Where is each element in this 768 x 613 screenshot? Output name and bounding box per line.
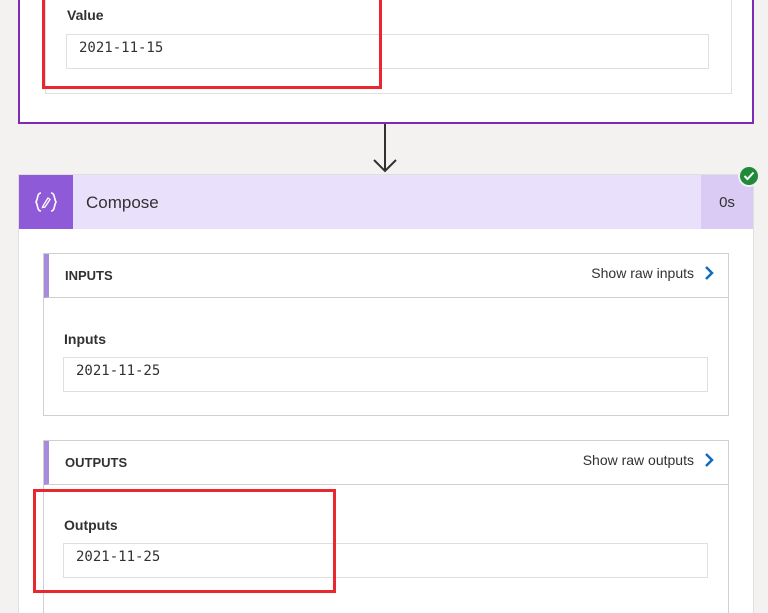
chevron-right-icon [705,453,714,467]
compose-icon [19,175,73,229]
flow-run-canvas: Value 2021-11-15 Compose 0s INPUTS Show … [0,0,768,613]
inputs-section-title: INPUTS [65,268,113,283]
inputs-section-header: INPUTS Show raw inputs [44,254,728,298]
show-raw-outputs-link[interactable]: Show raw outputs [583,452,714,468]
chevron-right-icon [705,266,714,280]
inputs-field: 2021-11-25 [63,357,708,392]
compose-header[interactable]: Compose 0s [19,175,753,229]
outputs-label: Outputs [64,517,118,533]
outputs-section: OUTPUTS Show raw outputs Outputs 2021-11… [43,440,729,613]
success-status-badge [738,165,760,187]
inputs-section: INPUTS Show raw inputs Inputs 2021-11-25 [43,253,729,416]
show-raw-inputs-link[interactable]: Show raw inputs [591,265,714,281]
show-raw-outputs-label: Show raw outputs [582,452,694,468]
inputs-label: Inputs [64,331,106,347]
value-field: 2021-11-15 [66,34,709,69]
value-label: Value [67,7,104,23]
compose-action-card: Compose 0s INPUTS Show raw inputs Inputs… [18,174,754,613]
outputs-section-title: OUTPUTS [65,455,128,470]
show-raw-inputs-label: Show raw inputs [591,265,694,281]
check-icon [743,171,755,181]
previous-action-inputs-box: Value 2021-11-15 [45,0,732,94]
compose-title: Compose [86,193,159,212]
previous-action-card: Value 2021-11-15 [18,0,754,124]
outputs-field: 2021-11-25 [63,543,708,578]
down-arrow-icon [373,124,397,173]
outputs-section-header: OUTPUTS Show raw outputs [44,441,728,485]
